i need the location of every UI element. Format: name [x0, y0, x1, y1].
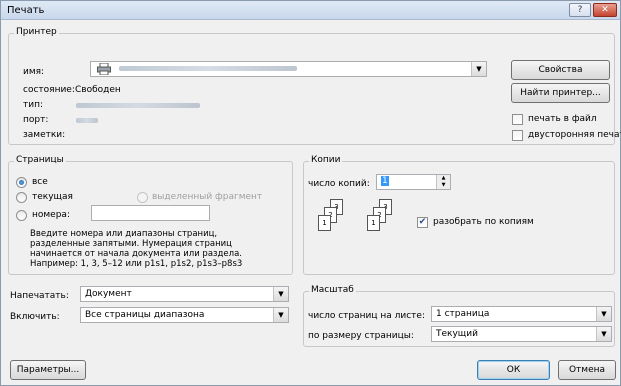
- page-stack-icon: 1: [367, 215, 380, 231]
- pages-hint-line: разделенные запятыми. Нумерация страниц: [30, 239, 232, 249]
- help-icon: ?: [577, 5, 583, 15]
- printer-name-dropdown[interactable]: ▼: [90, 61, 487, 77]
- find-printer-button-label: Найти принтер...: [520, 88, 601, 98]
- collate-checkbox[interactable]: ✔: [417, 217, 428, 228]
- pages-all-radio[interactable]: [16, 177, 27, 188]
- printer-status-value: Свободен: [75, 85, 121, 95]
- pages-per-sheet-label: число страниц на листе:: [308, 311, 425, 321]
- close-button[interactable]: ✕: [593, 3, 617, 17]
- print-what-label: Напечатать:: [10, 291, 69, 301]
- chevron-down-icon[interactable]: ▼: [596, 307, 611, 321]
- include-dropdown[interactable]: Все страницы диапазона ▼: [80, 307, 289, 323]
- print-what-value: Документ: [85, 289, 132, 299]
- properties-button[interactable]: Свойства: [511, 60, 610, 80]
- spin-up-icon[interactable]: ▲: [436, 175, 450, 182]
- checkmark-icon: ✔: [418, 217, 427, 227]
- zoom-group-title: Масштаб: [309, 285, 356, 295]
- copies-count-value: 1: [381, 176, 389, 186]
- collate-label[interactable]: разобрать по копиям: [433, 217, 534, 227]
- pages-hint-line: Например: 1, 3, 5–12 или p1s1, p1s2, p1s…: [30, 259, 243, 269]
- include-value: Все страницы диапазона: [85, 310, 205, 320]
- printer-status-label: состояние:: [23, 85, 75, 95]
- print-dialog: Печать ? ✕ Принтер имя: ▼ Свойства состо…: [0, 0, 621, 386]
- chevron-down-icon[interactable]: ▼: [273, 287, 288, 301]
- close-icon: ✕: [601, 5, 609, 15]
- chevron-down-icon[interactable]: ▼: [471, 62, 486, 76]
- printer-group-title: Принтер: [14, 27, 59, 37]
- pages-current-label[interactable]: текущая: [32, 192, 73, 202]
- find-printer-button[interactable]: Найти принтер...: [511, 83, 610, 103]
- printer-name-redacted: [119, 66, 297, 71]
- help-button[interactable]: ?: [569, 3, 591, 17]
- scale-to-value: Текущий: [436, 329, 478, 339]
- pages-per-sheet-value: 1 страница: [436, 309, 490, 319]
- pages-hint-line: Введите номера или диапазоны страниц,: [30, 229, 218, 239]
- printer-type-redacted: [76, 103, 200, 108]
- printer-port-label: порт:: [23, 115, 49, 125]
- include-label: Включить:: [10, 312, 60, 322]
- printer-comment-label: заметки:: [23, 130, 66, 140]
- page-stack-icon: 1: [318, 215, 331, 231]
- copies-count-spinner[interactable]: 1 ▲ ▼: [376, 174, 451, 190]
- spin-down-icon[interactable]: ▼: [436, 182, 450, 189]
- ok-button-label: ОК: [506, 365, 521, 375]
- print-what-dropdown[interactable]: Документ ▼: [80, 286, 289, 302]
- copies-group-title: Копии: [309, 155, 343, 165]
- pages-hint: Введите номера или диапазоны страниц, ра…: [30, 229, 242, 269]
- scale-to-label: по размеру страницы:: [308, 331, 414, 341]
- chevron-down-icon[interactable]: ▼: [273, 308, 288, 322]
- pages-numbers-input[interactable]: [91, 205, 210, 221]
- pages-selection-radio[interactable]: [137, 192, 148, 203]
- pages-selection-label: выделенный фрагмент: [152, 192, 263, 202]
- window-title: Печать: [7, 5, 45, 16]
- pages-all-label[interactable]: все: [32, 177, 48, 187]
- pages-hint-line: начинается от начала документа или разде…: [30, 249, 243, 259]
- cancel-button-label: Отмена: [568, 365, 606, 375]
- duplex-checkbox[interactable]: [512, 130, 523, 141]
- cancel-button[interactable]: Отмена: [558, 360, 616, 380]
- pages-numbers-radio[interactable]: [16, 210, 27, 221]
- print-to-file-checkbox[interactable]: [512, 114, 523, 125]
- printer-icon: [97, 63, 111, 75]
- print-to-file-label[interactable]: печать в файл: [528, 114, 597, 124]
- duplex-label[interactable]: двусторонняя печать: [528, 130, 621, 140]
- properties-button-label: Свойства: [538, 65, 583, 75]
- copies-count-label: число копий:: [308, 179, 370, 189]
- pages-group-title: Страницы: [14, 155, 66, 165]
- chevron-down-icon[interactable]: ▼: [596, 327, 611, 341]
- printer-name-label: имя:: [23, 67, 45, 77]
- printer-port-redacted: [76, 118, 98, 123]
- options-button[interactable]: Параметры...: [10, 360, 86, 380]
- printer-type-label: тип:: [23, 100, 44, 110]
- pages-per-sheet-dropdown[interactable]: 1 страница ▼: [431, 306, 612, 322]
- pages-current-radio[interactable]: [16, 192, 27, 203]
- title-bar: Печать ? ✕: [1, 1, 620, 20]
- options-button-label: Параметры...: [16, 365, 80, 375]
- pages-numbers-label[interactable]: номера:: [32, 210, 70, 220]
- scale-to-dropdown[interactable]: Текущий ▼: [431, 326, 612, 342]
- ok-button[interactable]: ОК: [477, 360, 550, 380]
